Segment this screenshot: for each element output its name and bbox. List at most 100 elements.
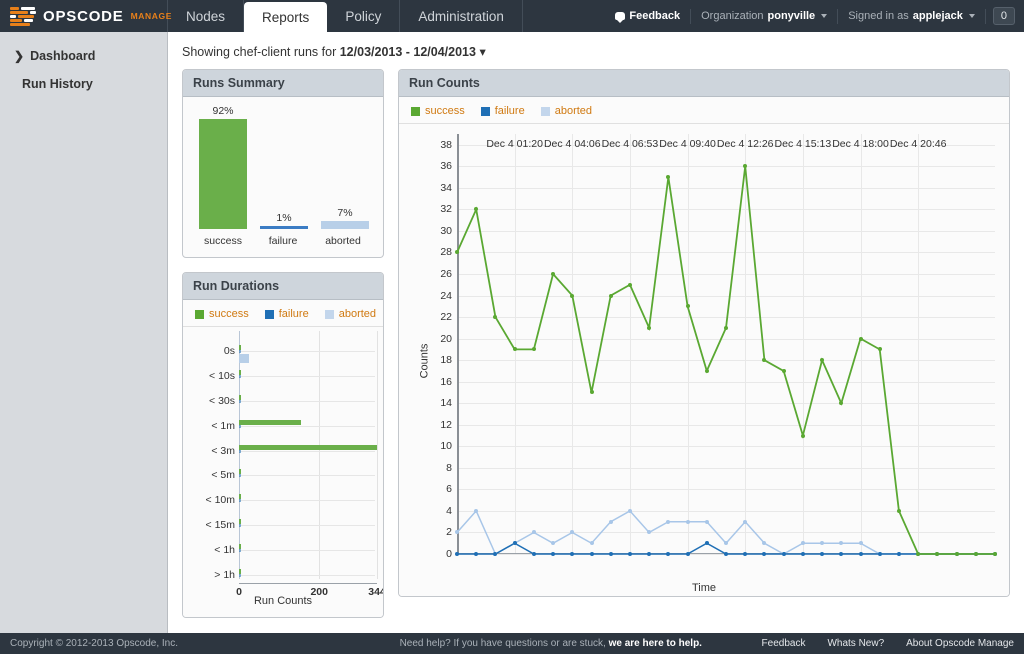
tab-nodes[interactable]: Nodes [168,0,244,32]
brand-logo[interactable]: OPSCODE MANAGE [0,0,168,32]
tab-policy[interactable]: Policy [327,0,400,32]
run-counts-point-success [666,175,670,179]
run-counts-point-success [647,326,651,330]
run-counts-point-success [628,283,632,287]
run-counts-x-tick: Dec 4 09:40 [659,138,716,150]
run-counts-x-tick: Dec 4 01:20 [486,138,543,150]
chevron-down-icon [821,14,827,18]
feedback-link[interactable]: Feedback [605,10,690,22]
run-durations-category-label: < 1h [214,544,235,556]
legend-label-failure: failure [495,105,525,117]
run-counts-point-success [474,207,478,211]
run-durations-bar-failure-< 15m [239,524,241,527]
run-counts-panel: Run Counts successfailureaborted Counts … [398,69,1010,597]
run-counts-y-tick: 28 [440,246,452,258]
legend-swatch-aborted [541,107,550,116]
runs-summary-category-aborted: aborted [313,235,373,247]
sidebar-item-label: Run History [22,77,93,91]
date-range-header: Showing chef-client runs for 12/03/2013 … [168,32,1024,69]
date-range-caret[interactable]: ▾ [476,45,486,59]
run-counts-point-failure [839,552,843,556]
run-durations-panel: Run Durations successfailureaborted 0s< … [182,272,384,618]
organization-selector[interactable]: Organization ponyville [691,10,837,22]
notification-badge[interactable]: 0 [993,7,1015,25]
run-durations-category-label: < 30s [209,395,235,407]
run-counts-point-success [570,294,574,298]
run-durations-bar-failure-< 1m [239,425,241,428]
run-durations-y-axis [239,331,240,579]
brand-suffix: MANAGE [131,11,172,21]
footer-help-link[interactable]: we are here to help. [609,638,702,649]
run-counts-point-failure [897,552,901,556]
tab-reports[interactable]: Reports [244,2,327,32]
run-counts-point-aborted [474,509,478,513]
run-counts-point-aborted [647,530,651,534]
runs-summary-value-aborted: 7% [337,207,352,219]
run-counts-series-lines [457,134,995,554]
legend-item-aborted: aborted [541,105,592,117]
run-counts-point-aborted [705,520,709,524]
run-counts-point-failure [859,552,863,556]
run-counts-point-aborted [801,541,805,545]
brand-name: OPSCODE [43,8,124,25]
sidebar-item-dashboard[interactable]: ❯ Dashboard [0,42,167,70]
run-counts-point-aborted [820,541,824,545]
run-counts-point-success [955,552,959,556]
top-navigation-bar: OPSCODE MANAGE Nodes Reports Policy Admi… [0,0,1024,32]
footer-link-whats-new[interactable]: Whats New? [827,638,884,649]
run-durations-gridline [239,451,375,452]
chevron-down-icon [969,14,975,18]
footer-link-about[interactable]: About Opscode Manage [906,638,1014,649]
run-durations-category-label: < 15m [206,519,235,531]
run-durations-category-label: < 5m [211,469,235,481]
run-counts-y-tick: 12 [440,419,452,431]
nav-divider [985,9,986,24]
footer-link-feedback[interactable]: Feedback [762,638,806,649]
tab-administration[interactable]: Administration [400,0,523,32]
run-counts-y-axis-title: Counts [418,344,430,379]
date-range-value[interactable]: 12/03/2013 - 12/04/2013 [340,45,476,59]
run-durations-x-tick: 200 [310,586,328,598]
run-counts-y-tick: 6 [446,483,452,495]
run-durations-gridline [239,426,375,427]
run-counts-y-tick: 4 [446,505,452,517]
run-durations-bar-success-< 3m [239,445,377,450]
right-column: Run Counts successfailureaborted Counts … [398,69,1010,597]
run-counts-point-success [609,294,613,298]
run-counts-point-success [820,358,824,362]
run-durations-category-label: < 3m [211,445,235,457]
user-menu[interactable]: Signed in as applejack [838,10,985,22]
panels-container: Runs Summary 92%1%7% successfailureabort… [168,69,1024,618]
run-durations-x-tick: 0 [236,586,242,598]
legend-item-success: success [195,308,249,320]
sidebar-item-run-history[interactable]: Run History [0,70,167,98]
run-counts-point-success [916,552,920,556]
sidebar-item-label: Dashboard [30,49,95,63]
page-body: ❯ Dashboard Run History Showing chef-cli… [0,32,1024,633]
runs-summary-bar-failure: 1% [260,212,308,229]
run-counts-point-aborted [609,520,613,524]
legend-swatch-failure [481,107,490,116]
run-counts-point-success [686,304,690,308]
run-counts-point-success [551,272,555,276]
run-counts-point-success [590,390,594,394]
main-content: Showing chef-client runs for 12/03/2013 … [168,32,1024,633]
run-counts-x-tick: Dec 4 18:00 [832,138,889,150]
run-durations-x-tick: 344 [368,586,384,598]
runs-summary-bar-fill-aborted [321,221,369,229]
run-durations-gridline [239,525,375,526]
run-durations-bar-failure-< 10s [239,375,241,378]
run-durations-gridline [239,550,375,551]
run-counts-point-success [762,358,766,362]
run-counts-point-aborted [666,520,670,524]
run-durations-bar-success-< 1m [239,420,301,425]
runs-summary-category-success: success [193,235,253,247]
run-durations-category-label: 0s [224,345,235,357]
run-counts-point-success [993,552,997,556]
run-durations-legend: successfailureaborted [183,300,383,326]
run-counts-point-failure [570,552,574,556]
run-counts-point-aborted [686,520,690,524]
run-counts-point-aborted [532,530,536,534]
legend-swatch-failure [265,310,274,319]
run-counts-y-tick: 36 [440,160,452,172]
